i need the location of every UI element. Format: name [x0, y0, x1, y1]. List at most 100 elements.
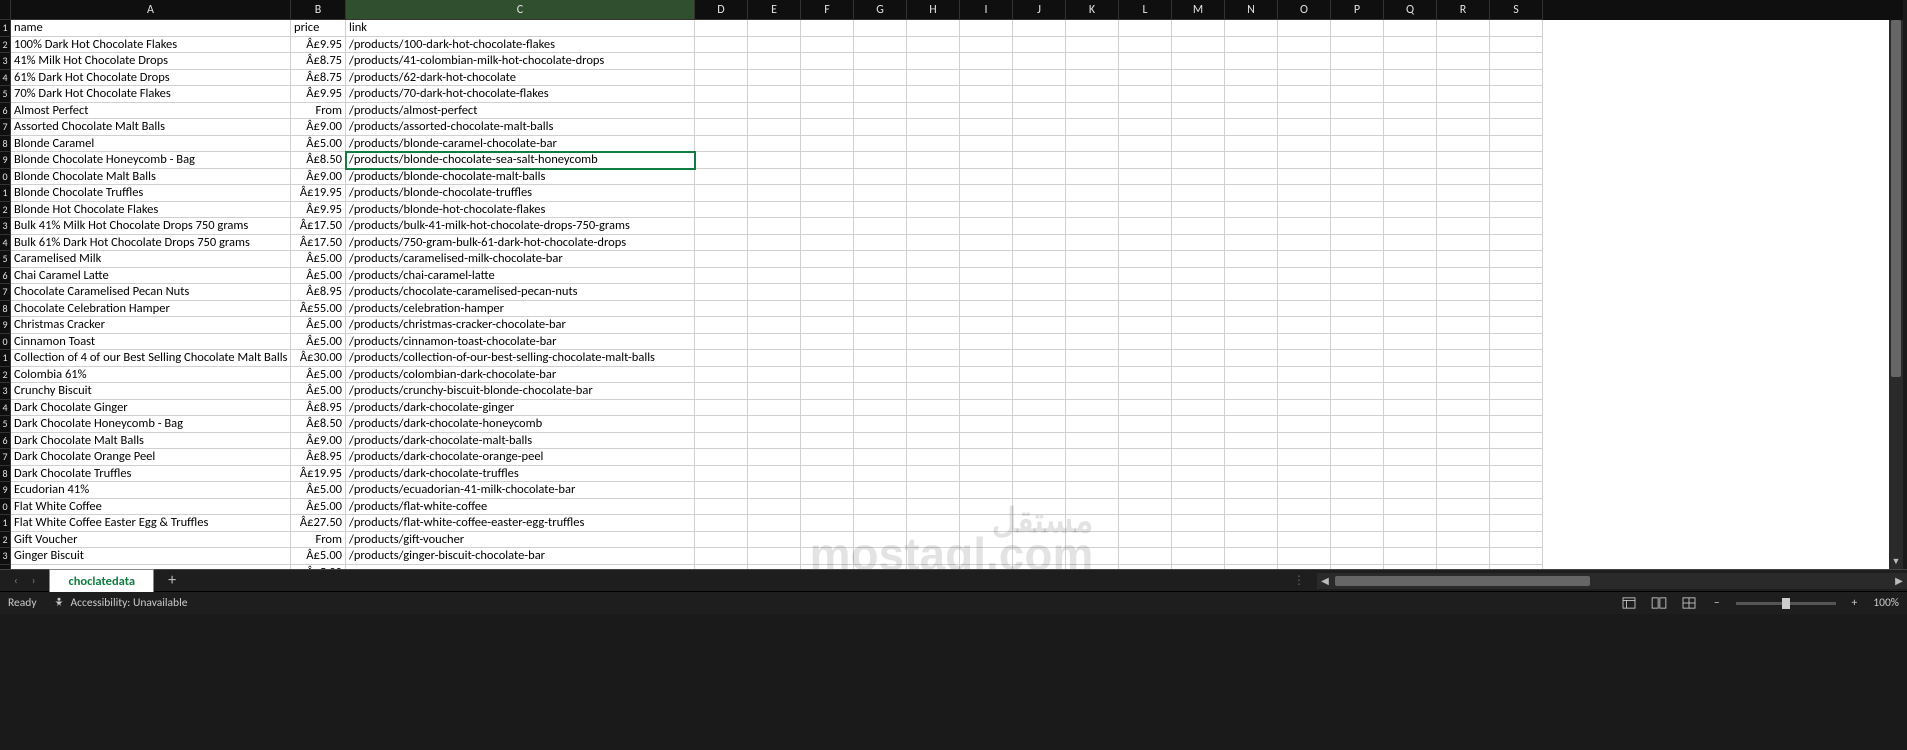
- cell[interactable]: [1225, 433, 1278, 450]
- cell[interactable]: [907, 70, 960, 87]
- cell[interactable]: [1278, 103, 1331, 120]
- cell[interactable]: [1172, 367, 1225, 384]
- cell[interactable]: [1172, 169, 1225, 186]
- cell[interactable]: [1384, 37, 1437, 54]
- cell[interactable]: [1172, 86, 1225, 103]
- cell[interactable]: [1437, 466, 1490, 483]
- cell[interactable]: Ginger Biscuit: [11, 548, 291, 565]
- cell[interactable]: [1066, 449, 1119, 466]
- cell[interactable]: [748, 251, 801, 268]
- cell[interactable]: [1384, 317, 1437, 334]
- cell[interactable]: [960, 37, 1013, 54]
- cell[interactable]: [1013, 70, 1066, 87]
- cell[interactable]: [854, 37, 907, 54]
- cell[interactable]: [1490, 86, 1543, 103]
- row-header[interactable]: 9: [0, 482, 11, 499]
- cell[interactable]: [1384, 400, 1437, 417]
- cell[interactable]: [695, 532, 748, 549]
- cell[interactable]: [1225, 169, 1278, 186]
- cell[interactable]: [801, 268, 854, 285]
- row-header[interactable]: 4: [0, 235, 11, 252]
- cell[interactable]: [1066, 20, 1119, 37]
- cell[interactable]: [1437, 499, 1490, 516]
- cell[interactable]: [1331, 334, 1384, 351]
- cell[interactable]: [801, 202, 854, 219]
- cell[interactable]: [907, 185, 960, 202]
- cell[interactable]: [1066, 433, 1119, 450]
- cell[interactable]: Â£5.00: [291, 251, 346, 268]
- cell[interactable]: [854, 152, 907, 169]
- cell[interactable]: [854, 482, 907, 499]
- cell[interactable]: [1384, 136, 1437, 153]
- cell[interactable]: [748, 235, 801, 252]
- cell[interactable]: [960, 532, 1013, 549]
- cell[interactable]: Â£5.00: [291, 499, 346, 516]
- cell[interactable]: [1119, 433, 1172, 450]
- cell[interactable]: [1066, 482, 1119, 499]
- cell[interactable]: [907, 136, 960, 153]
- cell[interactable]: [1225, 70, 1278, 87]
- cell[interactable]: [801, 433, 854, 450]
- cell[interactable]: [801, 548, 854, 565]
- cell[interactable]: [1331, 284, 1384, 301]
- cell[interactable]: [1331, 482, 1384, 499]
- cell[interactable]: Â£5.00: [291, 367, 346, 384]
- cell[interactable]: [1225, 235, 1278, 252]
- cell[interactable]: [1119, 218, 1172, 235]
- cell[interactable]: [1384, 152, 1437, 169]
- cell[interactable]: [801, 136, 854, 153]
- cell[interactable]: /products/100-dark-hot-chocolate-flakes: [346, 37, 695, 54]
- cell[interactable]: [1172, 400, 1225, 417]
- cell[interactable]: Flat White Coffee Easter Egg & Truffles: [11, 515, 291, 532]
- cell[interactable]: [748, 383, 801, 400]
- cell[interactable]: 61% Dark Hot Chocolate Drops: [11, 70, 291, 87]
- cell[interactable]: [1119, 185, 1172, 202]
- cell[interactable]: [1437, 268, 1490, 285]
- cell[interactable]: [854, 169, 907, 186]
- cell[interactable]: [695, 37, 748, 54]
- cell[interactable]: [748, 317, 801, 334]
- cell[interactable]: [1437, 433, 1490, 450]
- cell[interactable]: [1278, 235, 1331, 252]
- cell[interactable]: [1437, 185, 1490, 202]
- cell[interactable]: [854, 449, 907, 466]
- cell[interactable]: Blonde Chocolate Truffles: [11, 185, 291, 202]
- cell[interactable]: [854, 103, 907, 120]
- row-header[interactable]: 1: [0, 20, 11, 37]
- cell[interactable]: [748, 548, 801, 565]
- view-page-layout-button[interactable]: [1650, 596, 1668, 610]
- cell[interactable]: Â£5.00: [291, 334, 346, 351]
- cell[interactable]: [1278, 334, 1331, 351]
- cell[interactable]: [1278, 515, 1331, 532]
- cell[interactable]: [1437, 334, 1490, 351]
- cell[interactable]: [1437, 515, 1490, 532]
- cell[interactable]: [1225, 383, 1278, 400]
- cell[interactable]: [695, 53, 748, 70]
- cell[interactable]: [748, 185, 801, 202]
- column-header-L[interactable]: L: [1119, 0, 1172, 20]
- cell[interactable]: [1490, 169, 1543, 186]
- cell[interactable]: /products/gift-voucher: [346, 532, 695, 549]
- cell[interactable]: [854, 301, 907, 318]
- cell[interactable]: [1278, 218, 1331, 235]
- view-normal-button[interactable]: [1620, 596, 1638, 610]
- cell[interactable]: [1384, 416, 1437, 433]
- cell[interactable]: [1331, 515, 1384, 532]
- cell[interactable]: /products/blonde-chocolate-malt-balls: [346, 169, 695, 186]
- cell[interactable]: [1278, 449, 1331, 466]
- cell[interactable]: [1437, 416, 1490, 433]
- row-header[interactable]: 0: [0, 169, 11, 186]
- cell[interactable]: [695, 499, 748, 516]
- column-header-N[interactable]: N: [1225, 0, 1278, 20]
- cell[interactable]: [960, 565, 1013, 570]
- cell[interactable]: [1331, 202, 1384, 219]
- column-header-E[interactable]: E: [748, 0, 801, 20]
- cell[interactable]: [801, 218, 854, 235]
- row-header[interactable]: 6: [0, 103, 11, 120]
- cell[interactable]: /products/chocolate-caramelised-pecan-nu…: [346, 284, 695, 301]
- cell[interactable]: [1066, 202, 1119, 219]
- cell[interactable]: [748, 37, 801, 54]
- cell[interactable]: [1225, 466, 1278, 483]
- cell[interactable]: [748, 400, 801, 417]
- column-header-J[interactable]: J: [1013, 0, 1066, 20]
